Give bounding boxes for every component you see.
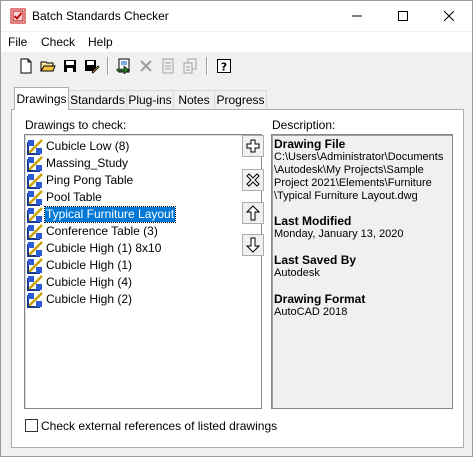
drawing-name: Cubicle Low (8)	[46, 139, 130, 153]
x-disabled-icon	[140, 60, 152, 72]
drawing-list-item[interactable]: Cubicle High (1)	[27, 257, 133, 274]
move-up-button[interactable]	[242, 202, 264, 224]
drawing-file-section: Drawing File C:\Users\Administrator\Docu…	[274, 137, 452, 203]
dwg-file-icon	[27, 240, 43, 257]
remove-x-icon	[246, 173, 260, 187]
menu-check[interactable]: Check	[41, 35, 75, 49]
xref-checkbox[interactable]	[25, 419, 38, 432]
view-report-button[interactable]	[158, 56, 178, 76]
drawing-name: Typical Furniture Layout	[43, 206, 177, 223]
last-saved-by-section: Last Saved By Autodesk	[274, 253, 452, 280]
export-report-button[interactable]	[180, 56, 200, 76]
close-button[interactable]	[426, 1, 472, 31]
tab-plug-ins[interactable]: Plug-ins	[126, 90, 174, 109]
drawing-list-item[interactable]: Conference Table (3)	[27, 223, 159, 240]
drawing-name: Ping Pong Table	[46, 173, 134, 187]
help-icon: ?	[217, 59, 231, 74]
minimize-button[interactable]	[334, 1, 380, 31]
arrow-down-icon	[246, 237, 260, 253]
drawing-list-item[interactable]: Cubicle High (2)	[27, 291, 133, 308]
tab-progress[interactable]: Progress	[214, 90, 267, 109]
window-title: Batch Standards Checker	[32, 9, 169, 23]
last-modified-value: Monday, January 13, 2020	[274, 228, 404, 240]
drawing-file-heading: Drawing File	[274, 137, 346, 151]
drawings-to-check-label: Drawings to check:	[25, 118, 127, 132]
menu-bar: File Check Help	[1, 32, 472, 52]
open-button[interactable]	[38, 56, 58, 76]
help-button[interactable]: ?	[214, 56, 234, 76]
batch-standards-checker-window: Batch Standards Checker File Check Help	[0, 0, 473, 457]
xref-checkbox-label[interactable]: Check external references of listed draw…	[41, 419, 277, 433]
drawing-list-item[interactable]: Typical Furniture Layout	[27, 206, 177, 223]
drawing-format-value: AutoCAD 2018	[274, 306, 348, 318]
close-icon	[444, 11, 454, 21]
start-check-button[interactable]	[114, 56, 134, 76]
plus-icon	[246, 139, 260, 153]
drawing-list-item[interactable]: Massing_Study	[27, 155, 129, 172]
last-modified-heading: Last Modified	[274, 214, 352, 228]
dwg-file-icon	[27, 223, 43, 240]
dwg-file-icon	[27, 138, 43, 155]
dwg-file-icon	[27, 257, 43, 274]
dwg-file-icon	[27, 291, 43, 308]
drawing-name: Cubicle High (1) 8x10	[46, 241, 162, 255]
drawing-name: Conference Table (3)	[46, 224, 158, 238]
menu-file[interactable]: File	[8, 35, 27, 49]
save-button[interactable]	[60, 56, 80, 76]
drawing-name: Cubicle High (2)	[46, 292, 133, 306]
open-folder-icon	[40, 61, 56, 72]
dwg-file-icon	[27, 172, 43, 189]
save-as-icon	[85, 60, 100, 74]
export-disabled-icon	[183, 58, 197, 74]
maximize-icon	[398, 11, 408, 21]
drawing-name: Cubicle High (1)	[46, 258, 133, 272]
menu-help[interactable]: Help	[88, 35, 113, 49]
tab-notes[interactable]: Notes	[173, 90, 215, 109]
last-saved-by-value: Autodesk	[274, 267, 320, 279]
arrow-up-icon	[246, 205, 260, 221]
dwg-file-icon	[27, 274, 43, 291]
new-check-button[interactable]	[16, 56, 36, 76]
drawing-list-item[interactable]: Cubicle High (1) 8x10	[27, 240, 162, 257]
drawing-format-section: Drawing Format AutoCAD 2018	[274, 292, 452, 319]
toolbar-separator	[107, 57, 109, 75]
start-check-icon	[116, 58, 130, 74]
drawing-list-item[interactable]: Cubicle Low (8)	[27, 138, 130, 155]
last-saved-by-heading: Last Saved By	[274, 253, 357, 267]
save-icon	[64, 60, 76, 72]
tab-drawings[interactable]: Drawings	[14, 87, 69, 110]
description-panel: Drawing File C:\Users\Administrator\Docu…	[271, 134, 453, 409]
title-bar: Batch Standards Checker	[1, 1, 472, 31]
remove-drawing-button[interactable]	[242, 169, 264, 191]
drawing-name: Massing_Study	[46, 156, 129, 170]
dwg-file-icon	[27, 189, 43, 206]
drawing-name: Pool Table	[46, 190, 102, 204]
svg-text:?: ?	[221, 61, 227, 74]
toolbar-separator	[206, 57, 208, 75]
new-file-icon	[20, 58, 32, 74]
tab-standards[interactable]: Standards	[68, 90, 127, 109]
description-label: Description:	[272, 118, 336, 132]
save-as-button[interactable]	[82, 56, 102, 76]
app-icon	[10, 8, 26, 24]
drawing-format-heading: Drawing Format	[274, 292, 366, 306]
drawings-list[interactable]: Cubicle Low (8) Massing_Study Ping Pong Ta…	[24, 134, 262, 409]
drawing-list-item[interactable]: Pool Table	[27, 189, 103, 206]
minimize-icon	[352, 15, 362, 17]
add-drawing-button[interactable]	[242, 135, 264, 157]
drawing-name: Cubicle High (4)	[46, 275, 133, 289]
maximize-button[interactable]	[380, 1, 426, 31]
stop-check-button[interactable]	[136, 56, 156, 76]
drawing-list-item[interactable]: Ping Pong Table	[27, 172, 134, 189]
move-down-button[interactable]	[242, 234, 264, 256]
report-disabled-icon	[162, 58, 174, 74]
toolbar: ?	[1, 53, 472, 80]
dwg-file-icon	[27, 206, 43, 223]
dwg-file-icon	[27, 155, 43, 172]
drawing-list-item[interactable]: Cubicle High (4)	[27, 274, 133, 291]
last-modified-section: Last Modified Monday, January 13, 2020	[274, 214, 452, 241]
drawing-file-path: C:\Users\Administrator\Documents \Autode…	[274, 151, 444, 202]
